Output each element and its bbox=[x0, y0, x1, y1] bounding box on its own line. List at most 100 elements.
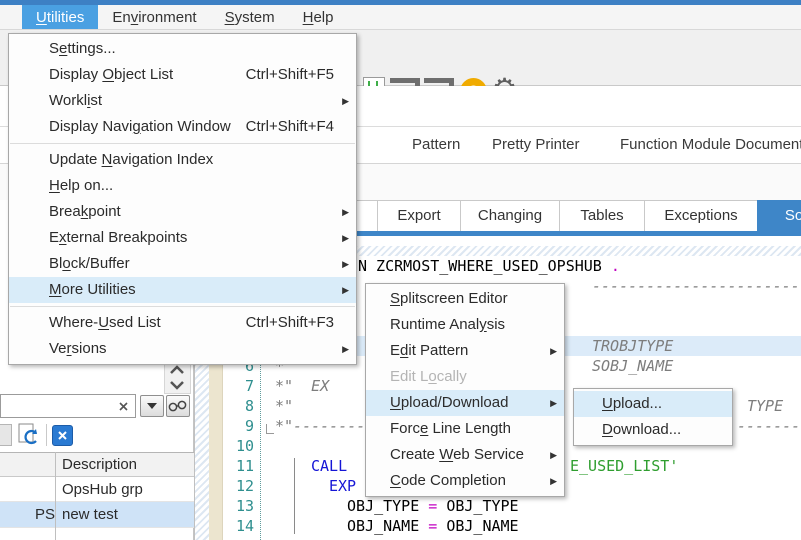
menu-item-label: More Utilities bbox=[49, 281, 136, 298]
code-fragment: -------- bbox=[737, 416, 801, 436]
tab-export[interactable]: Export bbox=[377, 200, 461, 231]
menu-item-label: Upload/Download bbox=[390, 394, 508, 411]
chevron-down-icon bbox=[147, 403, 157, 409]
submenu-arrow-icon: ▶ bbox=[342, 336, 349, 362]
column-divider[interactable] bbox=[55, 452, 56, 540]
menu-item-label: Edit Locally bbox=[390, 368, 467, 385]
menu-item-label: Versions bbox=[49, 340, 107, 357]
menu-item-create-web-service[interactable]: Create Web Service▶ bbox=[366, 442, 564, 468]
menu-item-edit-locally: Edit Locally bbox=[366, 364, 564, 390]
utilities-menu: Settings... Display Object List Ctrl+Shift… bbox=[8, 33, 357, 365]
menu-item-label: Force Line Length bbox=[390, 420, 511, 437]
menu-item-worklist[interactable]: Worklist ▶ bbox=[9, 88, 356, 114]
panel-scrollbar[interactable] bbox=[164, 361, 191, 394]
refresh-icon[interactable] bbox=[18, 423, 40, 448]
tab-tables[interactable]: Tables bbox=[559, 200, 645, 231]
menu-item-label: External Breakpoints bbox=[49, 229, 187, 246]
menu-item-force-line-length[interactable]: Force Line Length bbox=[366, 416, 564, 442]
menu-item-update-navigation-index[interactable]: Update Navigation Index bbox=[9, 147, 356, 173]
menu-item-settings[interactable]: Settings... bbox=[9, 36, 356, 62]
line-number: 13 bbox=[223, 496, 254, 516]
menu-item-label: Update Navigation Index bbox=[49, 151, 213, 168]
search-input[interactable] bbox=[0, 394, 136, 418]
tab-exceptions[interactable]: Exceptions bbox=[644, 200, 758, 231]
close-icon bbox=[57, 430, 68, 441]
more-utilities-submenu: Splitscreen Editor Runtime Analysis Edit P… bbox=[365, 283, 565, 497]
menu-item-external-breakpoints[interactable]: External Breakpoints▶ bbox=[9, 225, 356, 251]
menu-item-display-navigation-window[interactable]: Display Navigation Window Ctrl+Shift+F4 bbox=[9, 114, 356, 140]
dropdown-button[interactable] bbox=[140, 395, 164, 417]
row-description: new test bbox=[62, 502, 118, 527]
menu-item-shortcut: Ctrl+Shift+F4 bbox=[246, 114, 334, 140]
menu-item-breakpoint[interactable]: Breakpoint▶ bbox=[9, 199, 356, 225]
fold-bracket-line bbox=[294, 458, 295, 534]
menu-item-shortcut: Ctrl+Shift+F5 bbox=[246, 62, 334, 88]
menu-item-code-completion[interactable]: Code Completion ▶ bbox=[366, 468, 564, 494]
line-number: 7 bbox=[223, 376, 254, 396]
menu-item-edit-pattern[interactable]: Edit Pattern▶ bbox=[366, 338, 564, 364]
submenu-arrow-icon: ▶ bbox=[550, 338, 557, 364]
menu-item-label: Code Completion bbox=[390, 472, 506, 489]
menu-item-label: Runtime Analysis bbox=[390, 316, 505, 333]
submenu-arrow-icon: ▶ bbox=[550, 468, 557, 494]
menu-separator bbox=[10, 143, 355, 144]
code-fragment: CALL bbox=[311, 456, 347, 476]
menu-item-label: Display Object List bbox=[49, 66, 173, 83]
line-number: 11 bbox=[223, 456, 254, 476]
menu-item-shortcut: Ctrl+Shift+F3 bbox=[246, 310, 334, 336]
code-fragment: *" bbox=[275, 396, 293, 416]
menu-item-more-utilities[interactable]: More Utilities ▶ bbox=[9, 277, 356, 303]
pretty-printer-button[interactable]: Pretty Printer bbox=[492, 127, 580, 163]
code-fragment: TYPE bbox=[747, 396, 783, 416]
menubar-item-utilities[interactable]: Utilities bbox=[22, 5, 98, 29]
close-list-button[interactable] bbox=[52, 425, 73, 446]
code-fragment: ------------------------ bbox=[592, 276, 801, 296]
menu-item-upload-download[interactable]: Upload/Download▶ bbox=[366, 390, 564, 416]
code-fragment: OBJ_NAME = OBJ_NAME bbox=[347, 516, 519, 536]
description-column-header[interactable]: Description bbox=[62, 453, 137, 476]
menu-item-versions[interactable]: Versions ▶ bbox=[9, 336, 356, 362]
menu-item-runtime-analysis[interactable]: Runtime Analysis bbox=[366, 312, 564, 338]
line-number: 8 bbox=[223, 396, 254, 416]
submenu-arrow-icon: ▶ bbox=[342, 199, 349, 225]
table-row[interactable]: OpsHub grp bbox=[0, 477, 194, 502]
menu-item-display-object-list[interactable]: Display Object List Ctrl+Shift+F5 bbox=[9, 62, 356, 88]
clear-icon[interactable] bbox=[118, 401, 129, 412]
menubar-item-system[interactable]: System bbox=[211, 5, 289, 29]
row-key-cell: PSH bbox=[0, 502, 55, 527]
line-number: 9 bbox=[223, 416, 254, 436]
submenu-arrow-icon: ▶ bbox=[342, 88, 349, 114]
line-number: 10 bbox=[223, 436, 254, 456]
fold-end-marker[interactable] bbox=[266, 424, 274, 434]
menubar-item-help[interactable]: Help bbox=[289, 5, 348, 29]
tab-changing[interactable]: Changing bbox=[460, 200, 560, 231]
code-fragment: N ZCRMOST_WHERE_USED_OPSHUB . bbox=[358, 256, 620, 276]
scroll-down-icon[interactable] bbox=[169, 379, 185, 391]
menu-item-label: Settings... bbox=[49, 40, 116, 57]
scroll-up-icon[interactable] bbox=[169, 364, 185, 376]
menu-item-upload[interactable]: Upload... bbox=[574, 391, 732, 417]
menu-item-where-used-list[interactable]: Where-Used List Ctrl+Shift+F3 bbox=[9, 310, 356, 336]
pattern-button[interactable]: Pattern bbox=[412, 127, 460, 163]
menu-item-label: Create Web Service bbox=[390, 446, 524, 463]
interface-tabstrip: ExportChangingTablesExceptionsSource cod… bbox=[340, 200, 801, 231]
code-fragment: E_USED_LIST' bbox=[570, 456, 678, 476]
table-row[interactable]: PSH new test bbox=[0, 502, 194, 528]
menu-item-label: Worklist bbox=[49, 92, 102, 109]
menubar-item-environment[interactable]: Environment bbox=[98, 5, 210, 29]
row-key-fragment: PSH bbox=[35, 502, 55, 527]
menu-item-label: Help on... bbox=[49, 177, 113, 194]
display-glasses-button[interactable] bbox=[166, 395, 190, 417]
menu-item-splitscreen-editor[interactable]: Splitscreen Editor bbox=[366, 286, 564, 312]
tab-source-code[interactable]: Source code bbox=[757, 200, 801, 231]
submenu-arrow-icon: ▶ bbox=[342, 277, 349, 303]
menu-item-label: Where-Used List bbox=[49, 314, 161, 331]
code-fragment: *"-------- bbox=[275, 416, 365, 436]
menu-item-download[interactable]: Download... bbox=[574, 417, 732, 443]
function-module-doc-button[interactable]: Function Module Documentation bbox=[620, 127, 801, 163]
menu-item-label: Display Navigation Window bbox=[49, 118, 231, 135]
menu-item-label: Download... bbox=[602, 421, 681, 438]
menu-item-help-on[interactable]: Help on... bbox=[9, 173, 356, 199]
code-fragment: SOBJ_NAME bbox=[592, 356, 673, 376]
menu-item-block-buffer[interactable]: Block/Buffer▶ bbox=[9, 251, 356, 277]
